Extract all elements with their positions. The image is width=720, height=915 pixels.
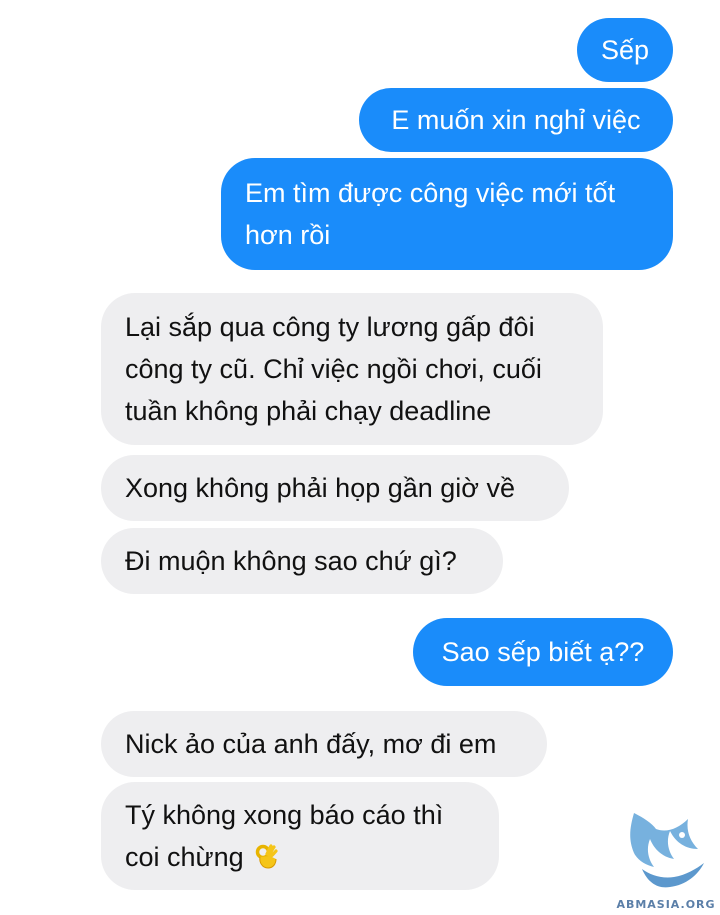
message-text: Nick ảo của anh đấy, mơ đi em (125, 729, 497, 759)
watermark-logo: ABMASIA.ORG (612, 805, 720, 915)
message-incoming[interactable]: Đi muộn không sao chứ gì? (101, 528, 503, 594)
message-text: E muốn xin nghỉ việc (391, 105, 641, 135)
message-text: công ty cũ. Chỉ việc ngồi chơi, cuối (125, 354, 542, 384)
message-outgoing[interactable]: Sếp (577, 18, 673, 82)
message-incoming[interactable]: Lại sắp qua công ty lương gấp đôi công t… (101, 293, 603, 445)
message-outgoing[interactable]: Em tìm được công việc mới tốt hơn rồi (221, 158, 673, 270)
message-text: Sếp (600, 35, 650, 65)
ok-hand-emoji (255, 840, 279, 869)
bird-logo-icon (630, 813, 704, 888)
message-incoming[interactable]: Tý không xong báo cáo thì coi chừng (101, 782, 499, 890)
message-text: Đi muộn không sao chứ gì? (125, 546, 457, 576)
message-incoming[interactable]: Nick ảo của anh đấy, mơ đi em (101, 711, 547, 777)
message-text: Lại sắp qua công ty lương gấp đôi (125, 312, 535, 342)
message-outgoing[interactable]: Sao sếp biết ạ?? (413, 618, 673, 686)
watermark-text: ABMASIA.ORG (616, 898, 716, 911)
message-text: Tý không xong báo cáo thì (125, 800, 444, 830)
message-text: Em tìm được công việc mới tốt (245, 178, 616, 208)
message-text: tuần không phải chạy deadline (125, 396, 492, 426)
message-outgoing[interactable]: E muốn xin nghỉ việc (359, 88, 673, 152)
message-incoming[interactable]: Xong không phải họp gần giờ về (101, 455, 569, 521)
message-text: Sao sếp biết ạ?? (441, 637, 645, 667)
message-text: Xong không phải họp gần giờ về (125, 473, 516, 503)
message-text: coi chừng (125, 842, 244, 872)
message-text: hơn rồi (245, 220, 331, 250)
